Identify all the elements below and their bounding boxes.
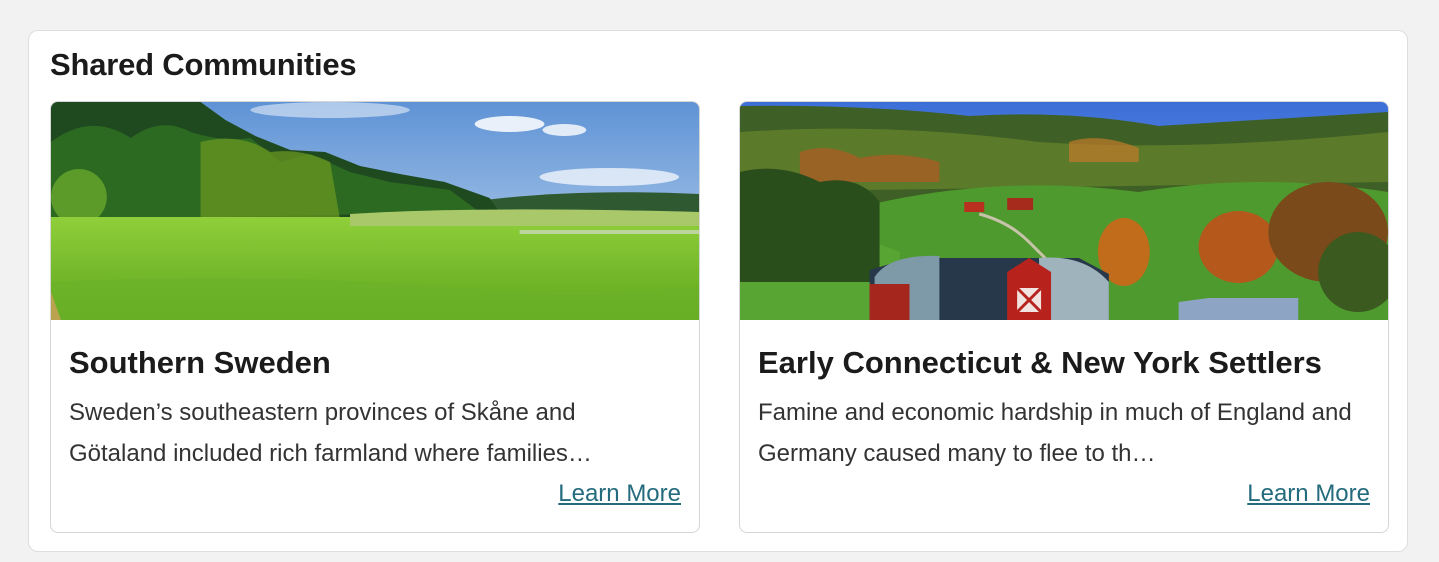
card-description: Sweden’s southeastern provinces of Skåne…: [69, 399, 592, 467]
community-card-early-connecticut-new-york[interactable]: Early Connecticut & New York Settlers Fa…: [739, 101, 1389, 533]
learn-more-link[interactable]: Learn More: [558, 480, 681, 508]
card-description: Famine and economic hardship in much of …: [758, 399, 1352, 467]
card-title: Early Connecticut & New York Settlers: [758, 345, 1322, 380]
section-title: Shared Communities: [50, 47, 357, 82]
farm-illustration: [740, 102, 1388, 320]
learn-more-link[interactable]: Learn More: [1247, 480, 1370, 508]
card-title: Southern Sweden: [69, 345, 331, 380]
shared-communities-panel: Shared Communities Southern Sweden Swede…: [28, 30, 1408, 552]
card-image-meadow: [51, 102, 699, 320]
card-image-farm: [740, 102, 1388, 320]
meadow-illustration: [51, 102, 699, 320]
community-card-southern-sweden[interactable]: Southern Sweden Sweden’s southeastern pr…: [50, 101, 700, 533]
